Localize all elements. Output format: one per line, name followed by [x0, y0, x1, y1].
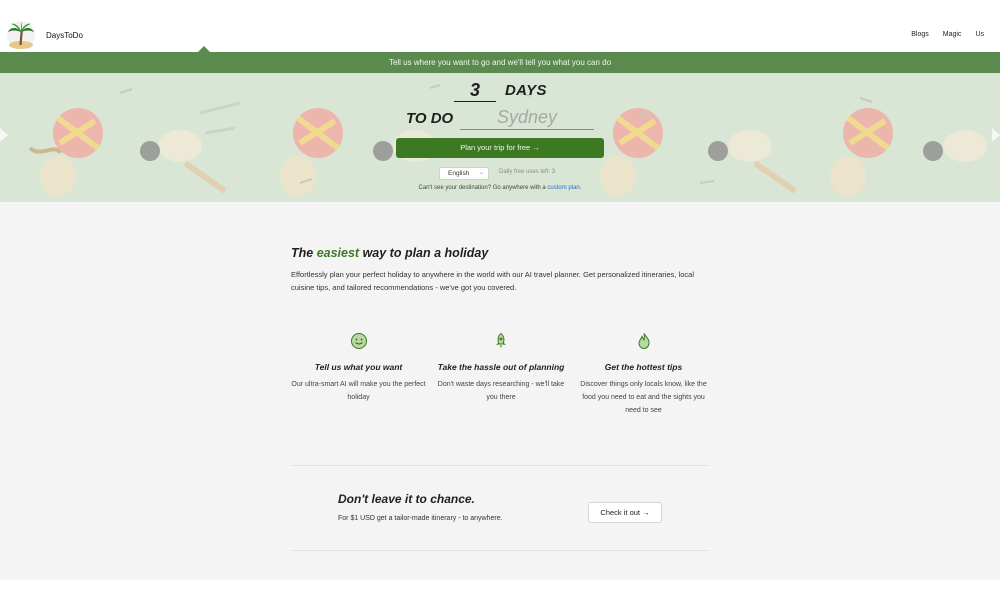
- nav-blogs[interactable]: Blogs: [911, 31, 929, 38]
- section-divider: [291, 550, 709, 551]
- cta-text: For $1 USD get a tailor-made itinerary -…: [338, 515, 503, 522]
- plan-trip-button[interactable]: Plan your trip for free →: [396, 138, 604, 158]
- hero-section: 3 DAYS TO DO Sydney Plan your trip for f…: [0, 73, 1000, 202]
- main-nav: Blogs Magic Us: [911, 31, 984, 38]
- todo-label: TO DO: [406, 110, 454, 127]
- language-select[interactable]: English ⌄: [439, 167, 489, 180]
- feature-title: Get the hottest tips: [604, 362, 683, 372]
- nav-magic[interactable]: Magic: [943, 31, 962, 38]
- section-divider: [291, 465, 709, 466]
- features-row: Tell us what you want Our ultra-smart AI…: [291, 332, 711, 417]
- feature-card: Tell us what you want Our ultra-smart AI…: [291, 332, 426, 417]
- feature-text: Our ultra-smart AI will make you the per…: [291, 381, 426, 401]
- free-uses-counter: Daily free uses left: 3: [499, 169, 556, 175]
- feature-title: Tell us what you want: [314, 362, 403, 372]
- custom-plan-hint-text: Can't see your destination? Go anywhere …: [418, 185, 548, 191]
- main-content: The easiest way to plan a holiday Effort…: [0, 202, 1000, 580]
- destination-input[interactable]: Sydney: [460, 107, 594, 130]
- check-it-out-button[interactable]: Check it out →: [588, 502, 662, 523]
- page-headline: The easiest way to plan a holiday: [291, 246, 488, 260]
- custom-plan-hint: Can't see your destination? Go anywhere …: [0, 185, 1000, 191]
- cta-title: Don't leave it to chance.: [338, 492, 475, 506]
- feature-card: Take the hassle out of planning Don't wa…: [434, 332, 569, 417]
- custom-plan-link[interactable]: custom plan: [547, 185, 579, 191]
- feature-card: Get the hottest tips Discover things onl…: [576, 332, 711, 417]
- smile-icon: [350, 333, 367, 349]
- language-selected: English: [448, 170, 470, 177]
- headline-pre: The: [291, 246, 317, 260]
- feature-title: Take the hassle out of planning: [437, 362, 565, 372]
- palm-tree-logo-icon[interactable]: [6, 20, 36, 50]
- days-input[interactable]: 3: [454, 80, 496, 102]
- flame-icon: [637, 333, 650, 350]
- headline-accent: easiest: [316, 246, 360, 260]
- headline-post: way to plan a holiday: [359, 246, 489, 260]
- days-label: DAYS: [505, 82, 547, 99]
- nav-us[interactable]: Us: [975, 31, 984, 38]
- custom-plan-hint-end: .: [579, 185, 582, 191]
- page-footer: [0, 580, 1000, 600]
- brand-name[interactable]: DaysToDo: [46, 31, 83, 40]
- rocket-icon: [496, 332, 506, 349]
- chevron-down-icon: ⌄: [478, 170, 484, 176]
- top-header: DaysToDo Blogs Magic Us: [0, 0, 1000, 52]
- intro-paragraph: Effortlessly plan your perfect holiday t…: [291, 270, 694, 292]
- feature-text: Don't waste days researching - we'll tak…: [437, 381, 565, 401]
- tagline-banner: Tell us where you want to go and we'll t…: [0, 52, 1000, 73]
- feature-text: Discover things only locals know, like t…: [580, 381, 707, 414]
